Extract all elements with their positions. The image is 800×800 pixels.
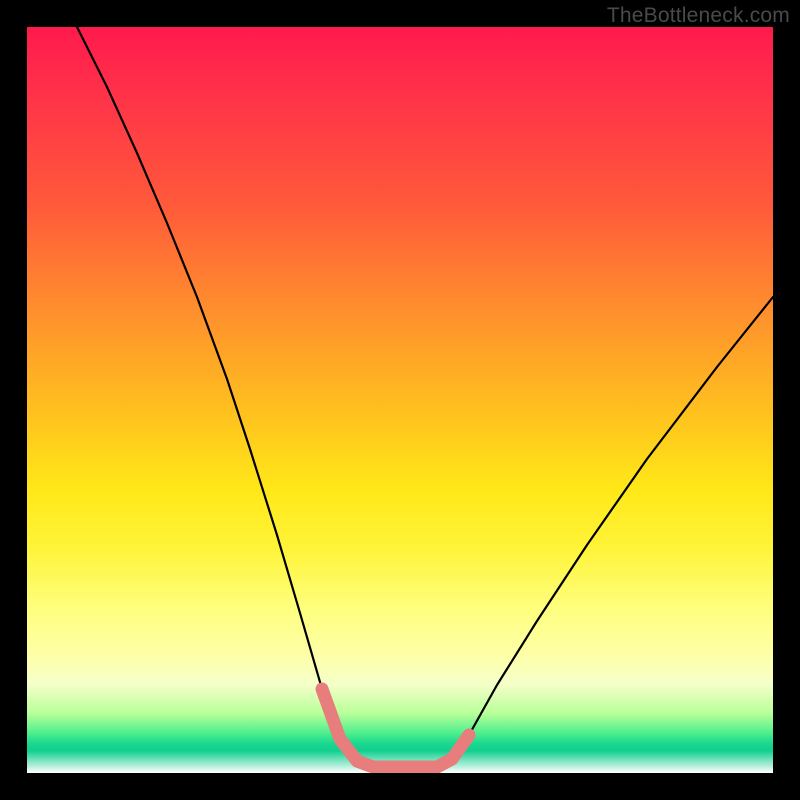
curve-layer <box>27 27 773 773</box>
pink-highlight-path <box>322 689 469 767</box>
black-curve-path <box>77 27 773 767</box>
chart-frame: TheBottleneck.com <box>0 0 800 800</box>
watermark-text: TheBottleneck.com <box>607 4 790 28</box>
plot-area <box>27 27 773 773</box>
